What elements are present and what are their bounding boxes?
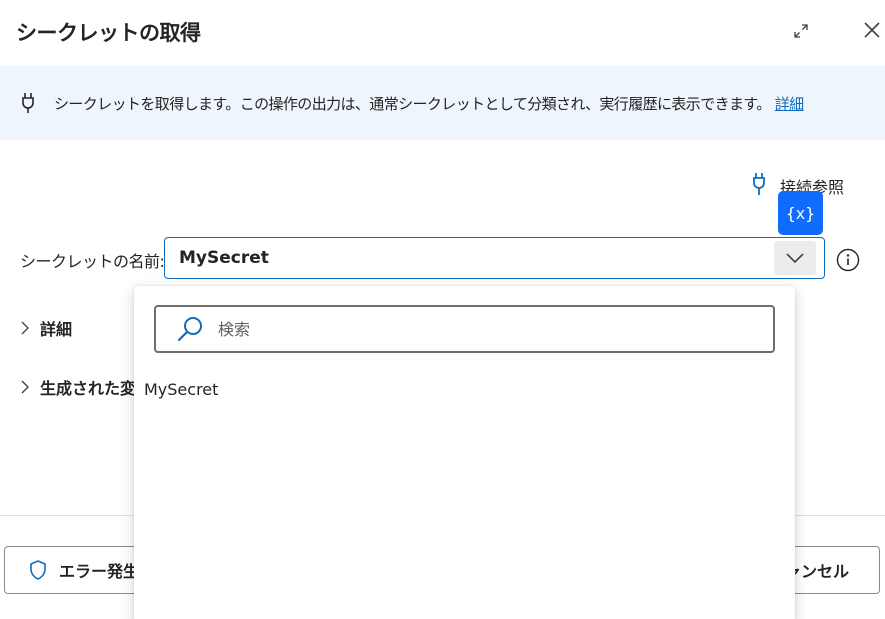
selected-secret-value: MySecret	[179, 248, 269, 268]
plug-icon	[19, 92, 37, 114]
info-banner: シークレットを取得します。この操作の出力は、通常シークレットとして分類され、実行…	[0, 66, 885, 140]
chevron-right-icon	[21, 380, 29, 394]
dialog-title: シークレットの取得	[16, 21, 201, 45]
shield-icon	[30, 560, 46, 580]
generated-variables-toggle[interactable]: 生成された変	[20, 375, 136, 399]
dropdown-toggle[interactable]	[774, 241, 816, 275]
secret-dropdown-panel: MySecret	[134, 286, 795, 619]
secret-name-label: シークレットの名前:	[20, 252, 165, 271]
details-link[interactable]: 詳細	[775, 95, 804, 113]
chevron-down-icon	[786, 253, 804, 264]
details-section-label: 詳細	[40, 320, 73, 339]
banner-text: シークレットを取得します。この操作の出力は、通常シークレットとして分類され、実行…	[54, 94, 804, 113]
generated-variables-label: 生成された変	[40, 379, 137, 398]
dropdown-search-input[interactable]	[218, 319, 738, 339]
close-icon	[864, 22, 880, 38]
expand-icon	[794, 24, 808, 38]
expand-button[interactable]	[790, 20, 812, 42]
search-icon	[177, 317, 202, 342]
variable-picker-button[interactable]: {x}	[778, 191, 823, 235]
dropdown-option[interactable]: MySecret	[144, 380, 218, 399]
dropdown-search-box[interactable]	[154, 305, 775, 353]
on-error-label: エラー発生	[59, 562, 140, 581]
secret-name-select[interactable]: MySecret	[164, 237, 825, 279]
details-section-toggle[interactable]: 詳細	[20, 316, 72, 340]
chevron-right-icon	[21, 321, 29, 335]
info-icon[interactable]	[836, 248, 860, 272]
plug-icon	[752, 172, 766, 200]
close-button[interactable]	[861, 19, 883, 41]
